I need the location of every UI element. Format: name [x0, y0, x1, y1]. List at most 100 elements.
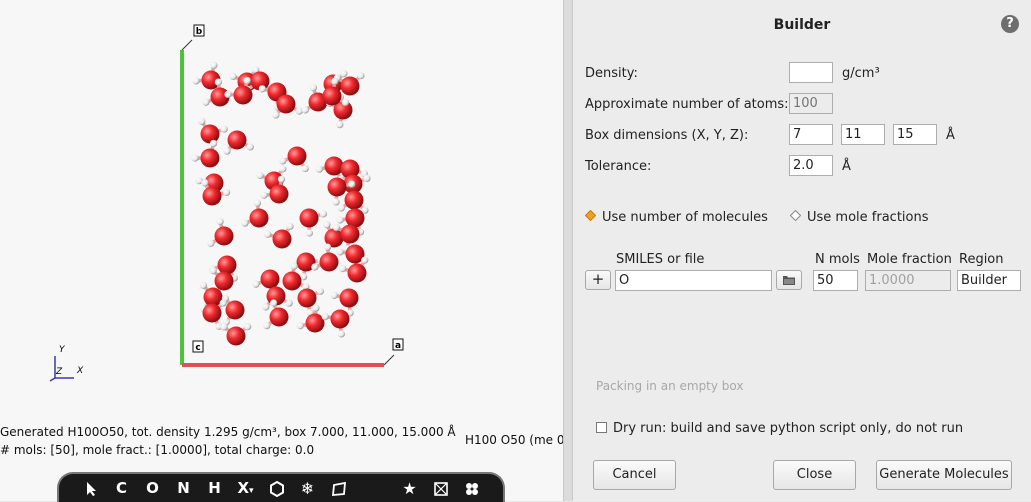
hydrogen-atom[interactable] — [244, 323, 251, 330]
element-c-button[interactable]: C — [106, 479, 137, 497]
hydrogen-atom[interactable] — [278, 176, 285, 183]
oxygen-atom[interactable] — [226, 301, 245, 320]
oxygen-atom[interactable] — [215, 227, 234, 246]
hydrogen-atom[interactable] — [339, 265, 346, 272]
plane-icon[interactable] — [323, 479, 354, 497]
oxygen-atom[interactable] — [270, 185, 289, 204]
hydrogen-atom[interactable] — [331, 292, 338, 299]
oxygen-atom[interactable] — [298, 289, 317, 308]
hydrogen-atom[interactable] — [316, 166, 323, 173]
hydrogen-atom[interactable] — [317, 288, 324, 295]
water-molecule[interactable] — [223, 131, 254, 155]
hydrogen-atom[interactable] — [221, 126, 228, 133]
viewer-canvas[interactable]: b c a Y Z X — [0, 0, 563, 470]
radio-fractions[interactable] — [790, 210, 801, 221]
hydrogen-atom[interactable] — [220, 299, 227, 306]
hydrogen-atom[interactable] — [223, 148, 230, 155]
dry-run-label[interactable]: Dry run: build and save python script on… — [613, 421, 963, 436]
oxygen-atom[interactable] — [341, 225, 360, 244]
hydrogen-atom[interactable] — [256, 172, 263, 179]
hexagon-icon[interactable] — [261, 479, 292, 497]
hydrogen-atom[interactable] — [323, 221, 330, 228]
hydrogen-atom[interactable] — [210, 62, 217, 69]
oxygen-atom[interactable] — [270, 308, 289, 327]
oxygen-atom[interactable] — [320, 253, 339, 272]
oxygen-atom[interactable] — [201, 149, 220, 168]
close-button[interactable]: Close — [773, 460, 856, 490]
hydrogen-atom[interactable] — [337, 248, 344, 255]
select-arrow-icon[interactable] — [75, 479, 106, 497]
radio-molecules[interactable] — [585, 210, 596, 221]
generate-molecules-button[interactable]: Generate Molecules — [876, 460, 1012, 490]
water-molecule[interactable] — [262, 287, 293, 311]
oxygen-atom[interactable] — [345, 191, 364, 210]
water-molecule[interactable] — [311, 243, 338, 271]
water-molecule[interactable] — [264, 223, 293, 249]
hydrogen-atom[interactable] — [200, 282, 207, 289]
hydrogen-atom[interactable] — [260, 192, 267, 199]
hydrogen-atom[interactable] — [252, 281, 259, 288]
hydrogen-atom[interactable] — [320, 210, 327, 217]
water-molecule[interactable] — [220, 323, 251, 345]
box-y-input[interactable] — [841, 124, 885, 145]
hydrogen-atom[interactable] — [286, 300, 293, 307]
star-icon[interactable]: ★ — [394, 479, 425, 498]
browse-file-button[interactable] — [776, 270, 802, 290]
oxygen-atom[interactable] — [323, 87, 342, 106]
hydrogen-atom[interactable] — [224, 91, 231, 98]
snowflake-icon[interactable]: ❄ — [292, 479, 323, 498]
oxygen-atom[interactable] — [300, 209, 319, 228]
hydrogen-atom[interactable] — [306, 229, 313, 236]
cancel-button[interactable]: Cancel — [593, 460, 676, 490]
hydrogen-atom[interactable] — [229, 73, 236, 80]
hydrogen-atom[interactable] — [272, 111, 279, 118]
hydrogen-atom[interactable] — [209, 267, 216, 274]
oxygen-atom[interactable] — [277, 95, 296, 114]
water-molecule[interactable] — [207, 218, 233, 247]
element-o-button[interactable]: O — [137, 479, 168, 497]
hydrogen-atom[interactable] — [310, 84, 317, 91]
hydrogen-atom[interactable] — [223, 189, 230, 196]
water-molecule[interactable] — [241, 199, 268, 227]
hydrogen-atom[interactable] — [340, 70, 347, 77]
hydrogen-atom[interactable] — [247, 143, 254, 150]
hydrogen-atom[interactable] — [302, 106, 309, 113]
region-input[interactable] — [957, 270, 1021, 291]
hydrogen-atom[interactable] — [241, 220, 248, 227]
oxygen-atom[interactable] — [288, 147, 307, 166]
water-molecule[interactable] — [322, 310, 350, 338]
water-molecule[interactable] — [198, 118, 228, 144]
hydrogen-atom[interactable] — [291, 263, 298, 270]
oxygen-atom[interactable] — [218, 256, 237, 275]
dry-run-checkbox[interactable] — [596, 422, 607, 433]
oxygen-atom[interactable] — [273, 230, 292, 249]
water-molecules[interactable] — [191, 62, 370, 346]
hydrogen-atom[interactable] — [333, 224, 340, 231]
hydrogen-atom[interactable] — [264, 231, 271, 238]
molecule-viewer[interactable]: b c a Y Z X Generated H100O50, tot. dens… — [0, 0, 563, 501]
oxygen-atom[interactable] — [283, 272, 302, 291]
hydrogen-atom[interactable] — [262, 303, 269, 310]
oxygen-atom[interactable] — [203, 304, 222, 323]
hydrogen-atom[interactable] — [259, 85, 266, 92]
element-h-button[interactable]: H — [199, 479, 230, 497]
density-input[interactable] — [789, 62, 833, 83]
hydrogen-atom[interactable] — [207, 240, 214, 247]
crystal-cell-icon[interactable] — [425, 479, 456, 497]
oxygen-atom[interactable] — [341, 77, 360, 96]
water-molecule[interactable] — [192, 62, 220, 90]
smiles-input[interactable] — [615, 270, 772, 291]
hydrogen-atom[interactable] — [201, 179, 208, 186]
oxygen-atom[interactable] — [227, 327, 246, 346]
molecules-icon[interactable] — [456, 479, 487, 497]
oxygen-atom[interactable] — [348, 264, 367, 283]
oxygen-atom[interactable] — [261, 270, 280, 289]
oxygen-atom[interactable] — [215, 272, 234, 291]
hydrogen-atom[interactable] — [297, 322, 304, 329]
help-icon[interactable]: ? — [1001, 15, 1019, 33]
oxygen-atom[interactable] — [201, 125, 220, 144]
hydrogen-atom[interactable] — [336, 121, 343, 128]
hydrogen-atom[interactable] — [202, 99, 209, 106]
hydrogen-atom[interactable] — [348, 181, 355, 188]
radio-molecules-label[interactable]: Use number of molecules — [602, 210, 768, 225]
